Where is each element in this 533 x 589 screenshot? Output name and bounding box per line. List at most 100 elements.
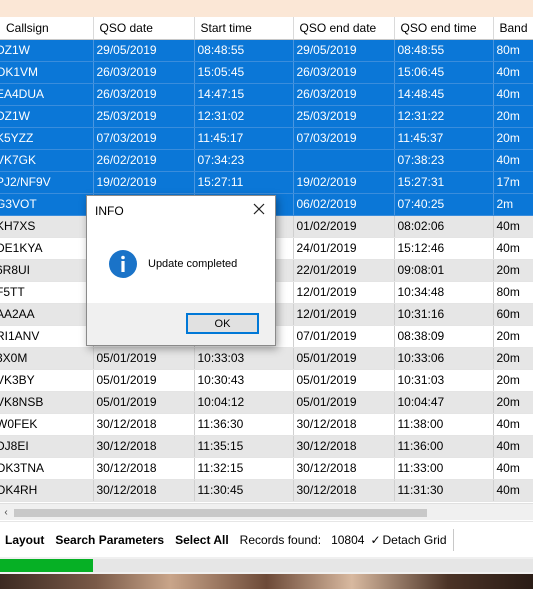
cell-band[interactable]: 20m	[493, 369, 533, 392]
layout-button[interactable]: Layout	[5, 533, 44, 547]
cell-end-time[interactable]: 10:31:03	[394, 369, 494, 392]
cell-end-time[interactable]: 11:45:37	[394, 127, 494, 150]
column-header[interactable]: Band	[493, 17, 533, 40]
cell-callsign[interactable]: RI1ANV	[0, 325, 94, 348]
table-row[interactable]: OK1VM 26/03/2019 15:05:45 26/03/2019 15:06:4…	[0, 61, 533, 84]
cell-band[interactable]: 40m	[493, 435, 533, 458]
cell-end-time[interactable]: 07:40:25	[394, 193, 494, 216]
cell-end-date[interactable]: 26/03/2019	[293, 83, 395, 106]
cell-end-date[interactable]: 05/01/2019	[293, 369, 395, 392]
table-row[interactable]: VK3BY05/01/201910:30:4305/01/201910:31:0…	[0, 369, 533, 392]
table-row[interactable]: OK3TNA 30/12/2018 11:32:15 30/12/2018 11:33:…	[0, 457, 533, 480]
cell-qso-date[interactable]: 30/12/2018	[93, 479, 195, 502]
table-row[interactable]: DJ8EI30/12/201811:35:1530/12/201811:36:0…	[0, 435, 533, 458]
table-row[interactable]: W0FEK 30/12/2018 11:36:30 30/12/2018 11:38:0…	[0, 413, 533, 436]
cell-callsign[interactable]: F5TT	[0, 281, 94, 304]
column-header[interactable]: Start time	[194, 17, 294, 40]
cell-band[interactable]: 60m	[493, 303, 533, 326]
ok-button[interactable]: OK	[186, 313, 259, 334]
table-row[interactable]: OK4RH 30/12/2018 11:30:45 30/12/2018 11:31:3…	[0, 479, 533, 502]
cell-end-time[interactable]: 07:38:23	[394, 149, 494, 172]
cell-start-time[interactable]: 10:04:12	[194, 391, 294, 414]
cell-end-date[interactable]: 26/03/2019	[293, 61, 395, 84]
cell-band[interactable]: 40m	[493, 237, 533, 260]
cell-band[interactable]: 20m	[493, 259, 533, 282]
cell-end-time[interactable]: 14:48:45	[394, 83, 494, 106]
cell-qso-date[interactable]: 07/03/2019	[93, 127, 195, 150]
cell-end-time[interactable]: 15:06:45	[394, 61, 494, 84]
scrollbar-thumb[interactable]	[14, 509, 427, 517]
cell-band[interactable]: 40m	[493, 479, 533, 502]
table-row[interactable]: 3X0M05/01/201910:33:0305/01/201910:33:06…	[0, 347, 533, 370]
table-row[interactable]: EA4DUA 26/03/2019 14:47:15 26/03/2019 14:48:…	[0, 83, 533, 106]
cell-callsign[interactable]: EA4DUA	[0, 83, 94, 106]
cell-start-time[interactable]: 11:45:17	[194, 127, 294, 150]
cell-start-time[interactable]: 11:32:15	[194, 457, 294, 480]
cell-start-time[interactable]: 10:30:43	[194, 369, 294, 392]
cell-band[interactable]: 20m	[493, 127, 533, 150]
cell-band[interactable]: 40m	[493, 149, 533, 172]
cell-start-time[interactable]: 08:48:55	[194, 39, 294, 62]
cell-callsign[interactable]: G3VOT	[0, 193, 94, 216]
cell-end-date[interactable]: 05/01/2019	[293, 347, 395, 370]
cell-qso-date[interactable]: 30/12/2018	[93, 413, 195, 436]
cell-band[interactable]: 17m	[493, 171, 533, 194]
cell-end-date[interactable]: 12/01/2019	[293, 281, 395, 304]
detach-grid-toggle[interactable]: ✓ Detach Grid	[370, 533, 446, 547]
cell-end-date[interactable]: 30/12/2018	[293, 413, 395, 436]
cell-qso-date[interactable]: 05/01/2019	[93, 369, 195, 392]
select-all-button[interactable]: Select All	[175, 533, 229, 547]
cell-end-date[interactable]	[293, 149, 395, 172]
cell-band[interactable]: 80m	[493, 281, 533, 304]
cell-band[interactable]: 40m	[493, 215, 533, 238]
cell-band[interactable]: 80m	[493, 39, 533, 62]
cell-band[interactable]: 20m	[493, 325, 533, 348]
cell-end-time[interactable]: 15:27:31	[394, 171, 494, 194]
cell-end-time[interactable]: 11:33:00	[394, 457, 494, 480]
cell-callsign[interactable]: DE1KYA	[0, 237, 94, 260]
cell-end-time[interactable]: 09:08:01	[394, 259, 494, 282]
table-row[interactable]: VK7GK 26/02/2019 07:34:23 07:38:23 40m	[0, 149, 533, 172]
cell-callsign[interactable]: W0FEK	[0, 413, 94, 436]
cell-end-date[interactable]: 30/12/2018	[293, 479, 395, 502]
cell-qso-date[interactable]: 05/01/2019	[93, 391, 195, 414]
cell-callsign[interactable]: OK3TNA	[0, 457, 94, 480]
cell-callsign[interactable]: KH7XS	[0, 215, 94, 238]
cell-end-time[interactable]: 15:12:46	[394, 237, 494, 260]
cell-start-time[interactable]: 11:30:45	[194, 479, 294, 502]
cell-end-date[interactable]: 01/02/2019	[293, 215, 395, 238]
cell-end-date[interactable]: 30/12/2018	[293, 457, 395, 480]
table-row[interactable]: K5YZZ07/03/201911:45:1707/03/201911:45:3…	[0, 127, 533, 150]
cell-end-date[interactable]: 19/02/2019	[293, 171, 395, 194]
column-header[interactable]: Callsign	[0, 17, 94, 40]
cell-qso-date[interactable]: 05/01/2019	[93, 347, 195, 370]
cell-qso-date[interactable]: 26/02/2019	[93, 149, 195, 172]
cell-band[interactable]: 40m	[493, 413, 533, 436]
cell-qso-date[interactable]: 26/03/2019	[93, 61, 195, 84]
cell-callsign[interactable]: VK3BY	[0, 369, 94, 392]
cell-qso-date[interactable]: 30/12/2018	[93, 435, 195, 458]
cell-end-time[interactable]: 08:38:09	[394, 325, 494, 348]
cell-start-time[interactable]: 07:34:23	[194, 149, 294, 172]
cell-callsign[interactable]: OK4RH	[0, 479, 94, 502]
close-icon[interactable]	[251, 201, 267, 217]
cell-end-date[interactable]: 22/01/2019	[293, 259, 395, 282]
cell-end-time[interactable]: 11:31:30	[394, 479, 494, 502]
table-row[interactable]: VK8NSB 05/01/2019 10:04:12 05/01/2019 10:04:…	[0, 391, 533, 414]
cell-end-time[interactable]: 10:34:48	[394, 281, 494, 304]
cell-callsign[interactable]: VK7GK	[0, 149, 94, 172]
horizontal-scrollbar[interactable]: ‹	[0, 503, 533, 520]
cell-end-time[interactable]: 10:33:06	[394, 347, 494, 370]
cell-band[interactable]: 40m	[493, 61, 533, 84]
cell-callsign[interactable]: DZ1W	[0, 105, 94, 128]
column-header[interactable]: QSO date	[93, 17, 195, 40]
cell-end-date[interactable]: 07/01/2019	[293, 325, 395, 348]
cell-start-time[interactable]: 11:35:15	[194, 435, 294, 458]
cell-end-date[interactable]: 24/01/2019	[293, 237, 395, 260]
cell-end-date[interactable]: 05/01/2019	[293, 391, 395, 414]
cell-band[interactable]: 20m	[493, 347, 533, 370]
cell-band[interactable]: 40m	[493, 83, 533, 106]
cell-callsign[interactable]: DJ8EI	[0, 435, 94, 458]
cell-qso-date[interactable]: 26/03/2019	[93, 83, 195, 106]
cell-callsign[interactable]: 3X0M	[0, 347, 94, 370]
